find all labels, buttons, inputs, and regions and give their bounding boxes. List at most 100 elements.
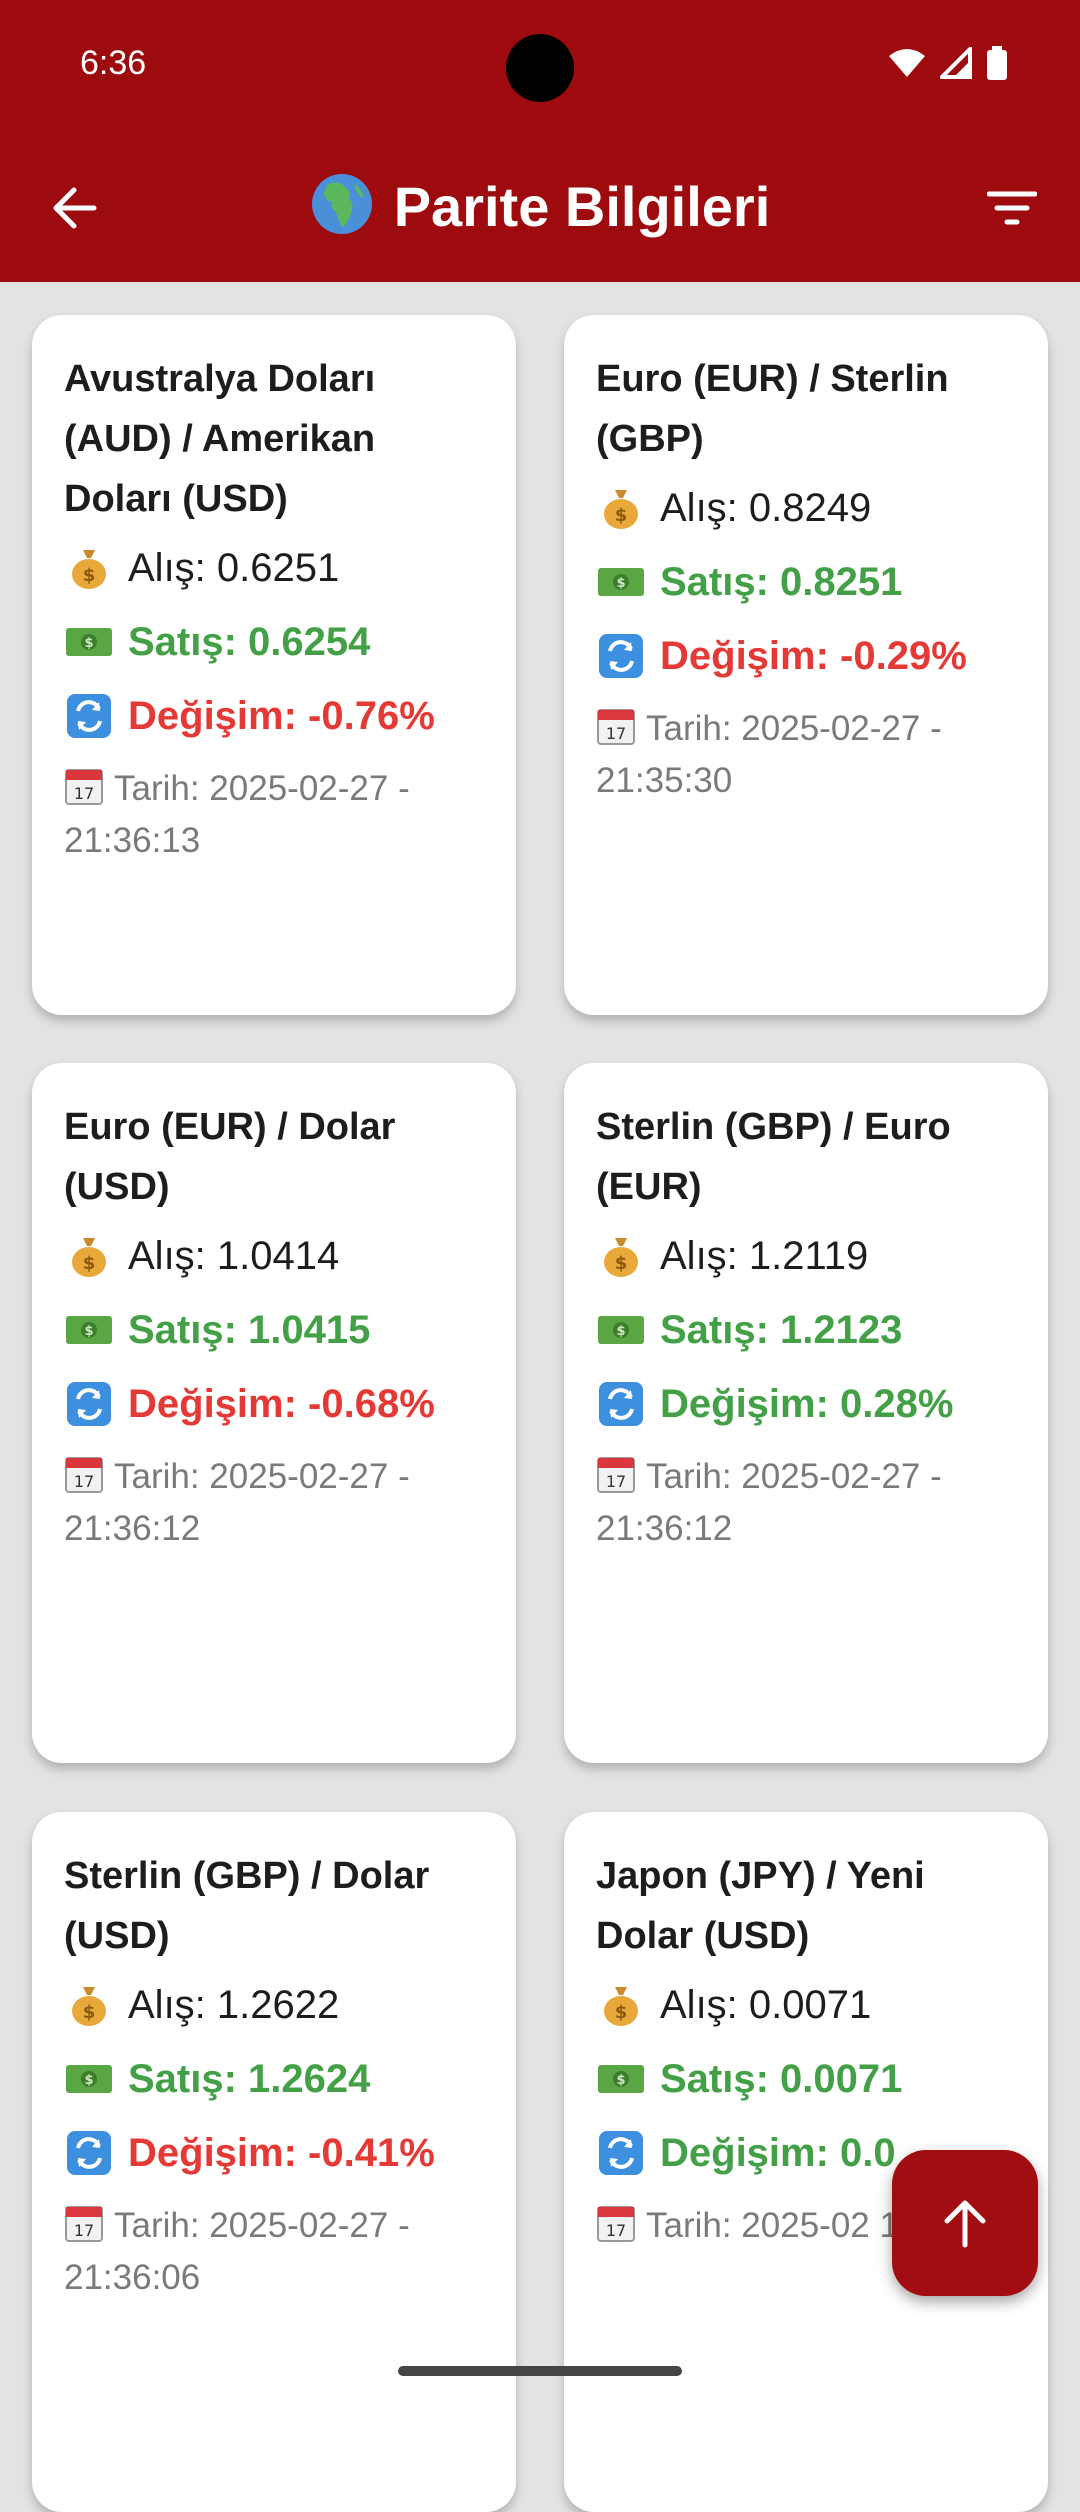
arrow-up-icon bbox=[944, 2200, 986, 2248]
svg-text:$: $ bbox=[83, 565, 96, 586]
svg-text:17: 17 bbox=[606, 1472, 626, 1491]
tarih-row: 17 Tarih: 2025-02-27 - 21:35:30 bbox=[596, 703, 1016, 807]
alis-row: $ Alış: 1.2622 bbox=[64, 1978, 484, 2032]
alis-value: Alış: 0.8249 bbox=[660, 486, 872, 530]
degisim-value: Değişim: -0.41% bbox=[128, 2131, 435, 2175]
degisim-row: Değişim: -0.68% bbox=[64, 1377, 484, 1431]
tarih-row: 17 Tarih: 2025-02-27 - 21:36:12 bbox=[596, 1451, 1016, 1555]
alis-value: Alış: 1.2119 bbox=[660, 1234, 869, 1278]
card-title: Japon (JPY) / Yeni Dolar (USD) bbox=[596, 1855, 925, 1957]
satis-row: $ Satış: 1.0415 bbox=[64, 1303, 484, 1357]
alis-value: Alış: 1.0414 bbox=[128, 1234, 340, 1278]
parity-card[interactable]: Euro (EUR) / Sterlin (GBP) $ Alış: 0.824… bbox=[564, 315, 1048, 1015]
gesture-nav-handle[interactable] bbox=[398, 2366, 682, 2376]
arrows-counterclockwise-icon bbox=[64, 1382, 114, 1426]
scroll-to-top-button[interactable] bbox=[892, 2150, 1038, 2296]
alis-value: Alış: 0.0071 bbox=[660, 1983, 872, 2027]
satis-value: Satış: 0.6254 bbox=[128, 620, 371, 664]
alis-row: $ Alış: 0.6251 bbox=[64, 541, 484, 595]
parity-card[interactable]: Euro (EUR) / Dolar (USD) $ Alış: 1.0414 … bbox=[32, 1063, 516, 1763]
card-title: Euro (EUR) / Sterlin (GBP) bbox=[596, 358, 949, 460]
svg-text:$: $ bbox=[83, 2002, 96, 2023]
money-bag-icon: $ bbox=[64, 546, 114, 590]
tarih-value: Tarih: 2025-02-27 - 21:35:30 bbox=[596, 709, 942, 800]
svg-text:$: $ bbox=[84, 636, 93, 651]
status-time: 6:36 bbox=[80, 44, 147, 82]
tarih-row: 17 Tarih: 2025-02-27 - 21:36:06 bbox=[64, 2200, 484, 2304]
satis-value: Satış: 1.2123 bbox=[660, 1308, 903, 1352]
svg-text:$: $ bbox=[616, 1324, 625, 1339]
satis-value: Satış: 0.8251 bbox=[660, 560, 903, 604]
tarih-row: 17 Tarih: 2025-02-27 - 21:36:13 bbox=[64, 763, 484, 867]
tarih-value: Tarih: 2025-02-27 - 21:36:13 bbox=[64, 769, 410, 860]
card-title: Avustralya Doları (AUD) / Amerikan Dolar… bbox=[64, 358, 376, 520]
svg-text:$: $ bbox=[616, 2073, 625, 2088]
status-icons bbox=[888, 46, 1008, 80]
alis-row: $ Alış: 0.8249 bbox=[596, 481, 1016, 535]
signal-icon bbox=[940, 47, 972, 79]
svg-text:$: $ bbox=[615, 505, 628, 526]
satis-row: $ Satış: 1.2123 bbox=[596, 1303, 1016, 1357]
satis-row: $ Satış: 1.2624 bbox=[64, 2052, 484, 2106]
filter-button[interactable] bbox=[980, 178, 1044, 238]
svg-text:$: $ bbox=[616, 576, 625, 591]
tarih-value: Tarih: 2025-02-27 - 21:36:06 bbox=[64, 2206, 410, 2297]
battery-icon bbox=[987, 46, 1007, 80]
svg-text:17: 17 bbox=[74, 1472, 94, 1491]
alis-value: Alış: 0.6251 bbox=[128, 546, 340, 590]
alis-row: $ Alış: 0.0071 bbox=[596, 1978, 1016, 2032]
dollar-banknote-icon: $ bbox=[64, 2057, 114, 2101]
money-bag-icon: $ bbox=[64, 1234, 114, 1278]
tarih-value: Tarih: 2025-02-27 - 21:36:12 bbox=[596, 1457, 942, 1548]
camera-cutout bbox=[506, 34, 574, 102]
degisim-row: Değişim: 0.28% bbox=[596, 1377, 1016, 1431]
degisim-row: Değişim: -0.76% bbox=[64, 689, 484, 743]
satis-value: Satış: 1.0415 bbox=[128, 1308, 371, 1352]
svg-text:17: 17 bbox=[74, 2221, 94, 2240]
parity-card[interactable]: Sterlin (GBP) / Dolar (USD) $ Alış: 1.26… bbox=[32, 1812, 516, 2512]
page-title: Parite Bilgileri bbox=[393, 175, 771, 238]
card-title: Sterlin (GBP) / Euro (EUR) bbox=[596, 1106, 951, 1208]
degisim-row: Değişim: -0.41% bbox=[64, 2126, 484, 2180]
svg-text:$: $ bbox=[83, 1253, 96, 1274]
arrows-counterclockwise-icon bbox=[596, 634, 646, 678]
money-bag-icon: $ bbox=[596, 486, 646, 530]
arrows-counterclockwise-icon bbox=[596, 2131, 646, 2175]
calendar-icon: 17 bbox=[596, 1454, 636, 1494]
page-title-container: Parite Bilgileri bbox=[0, 172, 1080, 239]
degisim-row: Değişim: -0.29% bbox=[596, 629, 1016, 683]
degisim-value: Değişim: 0.0 bbox=[660, 2131, 896, 2175]
money-bag-icon: $ bbox=[596, 1983, 646, 2027]
dollar-banknote-icon: $ bbox=[64, 1308, 114, 1352]
svg-text:$: $ bbox=[615, 2002, 628, 2023]
tarih-value: Tarih: 2025-02-27 - 21:36:12 bbox=[64, 1457, 410, 1548]
tarih-row: 17 Tarih: 2025-02-27 - 21:36:12 bbox=[64, 1451, 484, 1555]
satis-row: $ Satış: 0.8251 bbox=[596, 555, 1016, 609]
alis-value: Alış: 1.2622 bbox=[128, 1983, 340, 2027]
dollar-banknote-icon: $ bbox=[596, 560, 646, 604]
dollar-banknote-icon: $ bbox=[596, 1308, 646, 1352]
globe-africa-icon bbox=[311, 174, 372, 234]
svg-text:17: 17 bbox=[606, 2221, 626, 2240]
svg-text:17: 17 bbox=[74, 784, 94, 803]
dollar-banknote-icon: $ bbox=[64, 620, 114, 664]
arrows-counterclockwise-icon bbox=[64, 2131, 114, 2175]
money-bag-icon: $ bbox=[64, 1983, 114, 2027]
filter-icon bbox=[987, 191, 1037, 225]
satis-value: Satış: 1.2624 bbox=[128, 2057, 371, 2101]
money-bag-icon: $ bbox=[596, 1234, 646, 1278]
calendar-icon: 17 bbox=[596, 2203, 636, 2243]
svg-text:17: 17 bbox=[606, 724, 626, 743]
alis-row: $ Alış: 1.2119 bbox=[596, 1229, 1016, 1283]
parity-card[interactable]: Sterlin (GBP) / Euro (EUR) $ Alış: 1.211… bbox=[564, 1063, 1048, 1763]
calendar-icon: 17 bbox=[64, 1454, 104, 1494]
parity-card[interactable]: Avustralya Doları (AUD) / Amerikan Dolar… bbox=[32, 315, 516, 1015]
calendar-icon: 17 bbox=[64, 2203, 104, 2243]
degisim-value: Değişim: -0.76% bbox=[128, 694, 435, 738]
svg-text:$: $ bbox=[84, 2073, 93, 2088]
calendar-icon: 17 bbox=[64, 766, 104, 806]
satis-row: $ Satış: 0.6254 bbox=[64, 615, 484, 669]
svg-text:$: $ bbox=[615, 1253, 628, 1274]
calendar-icon: 17 bbox=[596, 706, 636, 746]
wifi-icon bbox=[889, 49, 925, 77]
